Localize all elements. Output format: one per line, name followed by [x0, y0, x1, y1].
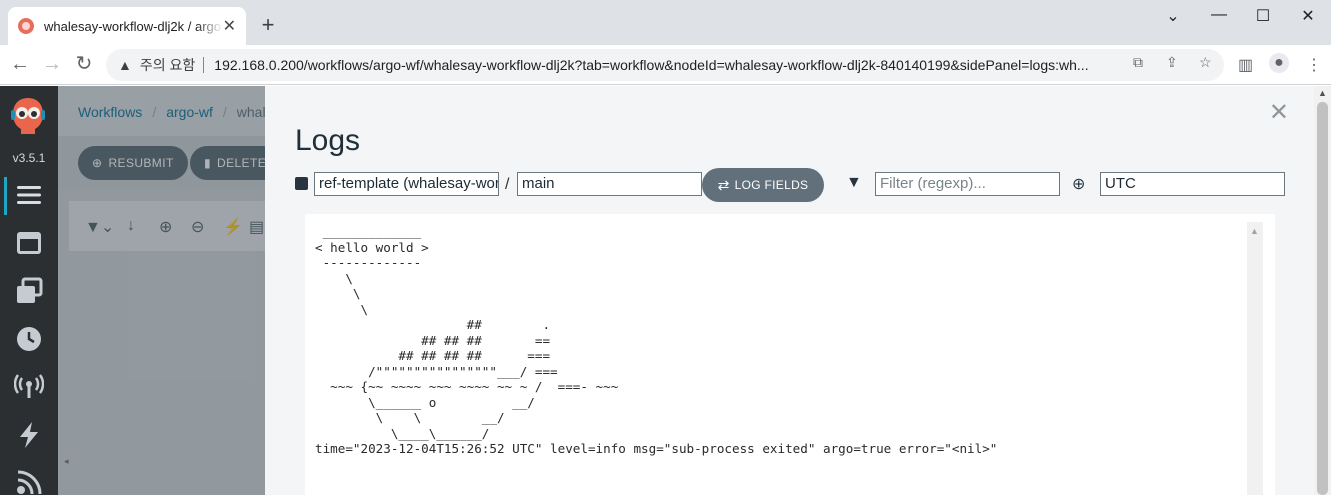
logs-controls: ref-template (whalesay-workflow-dlj2k-84…: [295, 168, 1295, 202]
maximize-button[interactable]: ☐: [1240, 6, 1286, 26]
log-output: _____________ < hello world > ----------…: [315, 224, 998, 456]
bookmark-star-icon[interactable]: ☆: [1199, 54, 1212, 71]
menu-kebab-icon[interactable]: ⋮: [1306, 55, 1322, 75]
tab-search-icon[interactable]: ⌄: [1150, 6, 1196, 26]
security-label[interactable]: 주의 요함: [140, 55, 195, 75]
globe-icon: ⊕: [1072, 176, 1086, 193]
close-panel-icon[interactable]: ✕: [1269, 98, 1289, 127]
browser-tabstrip: whalesay-workflow-dlj2k / argo-wf ✕ + ⌄ …: [0, 0, 1331, 45]
tab-close-icon[interactable]: ✕: [223, 16, 236, 36]
close-window-button[interactable]: ✕: [1285, 6, 1331, 26]
argo-logo-icon[interactable]: [9, 96, 47, 136]
logs-side-panel: ✕ Logs ref-template (whalesay-workflow-d…: [265, 86, 1331, 495]
omnibox-divider: [203, 57, 205, 73]
sensors-bolt-icon[interactable]: [14, 420, 44, 450]
swap-arrows-icon: ⇄: [717, 176, 730, 193]
page-scroll-up-icon[interactable]: ▲: [1318, 88, 1327, 98]
cron-clock-icon[interactable]: [14, 324, 44, 354]
argo-sidebar: v3.5.1: [0, 86, 58, 495]
tab-title: whalesay-workflow-dlj2k / argo-wf: [44, 18, 223, 34]
back-icon[interactable]: ←: [8, 53, 32, 77]
field-separator: /: [505, 176, 510, 193]
log-scrollbar[interactable]: ▲: [1247, 222, 1263, 495]
argo-favicon-icon: [18, 18, 34, 34]
forward-icon[interactable]: →: [40, 53, 64, 77]
share-icon[interactable]: ⇪: [1166, 54, 1178, 71]
log-fields-button[interactable]: ⇄ LOG FIELDS: [702, 168, 824, 202]
profile-avatar-icon[interactable]: ●: [1269, 53, 1289, 73]
omnibox[interactable]: ▲ 주의 요함 192.168.0.200/workflows/argo-wf/…: [106, 49, 1224, 81]
browser-tab[interactable]: whalesay-workflow-dlj2k / argo-wf ✕: [8, 7, 246, 45]
filter-funnel-icon: ▼: [846, 174, 862, 191]
workflows-icon[interactable]: [14, 180, 44, 210]
scroll-up-icon[interactable]: ▲: [1250, 226, 1259, 236]
container-name-input[interactable]: main: [517, 172, 702, 196]
active-nav-indicator: [4, 177, 7, 215]
event-sources-icon[interactable]: [14, 372, 44, 402]
translate-icon[interactable]: ⧉: [1133, 54, 1143, 71]
new-tab-button[interactable]: +: [256, 12, 280, 38]
reload-icon[interactable]: ↻: [72, 53, 96, 77]
logs-title: Logs: [295, 124, 361, 157]
timezone-input[interactable]: UTC: [1100, 172, 1285, 196]
modal-backdrop[interactable]: [58, 86, 265, 495]
filter-input[interactable]: Filter (regexp)...: [875, 172, 1060, 196]
address-bar-row: ← → ↻ ▲ 주의 요함 192.168.0.200/workflows/ar…: [0, 45, 1331, 85]
cube-icon: [295, 177, 308, 190]
minimize-button[interactable]: —: [1196, 6, 1242, 24]
page-scroll-thumb[interactable]: [1317, 102, 1328, 495]
version-label: v3.5.1: [12, 151, 46, 165]
templates-icon[interactable]: [14, 228, 44, 258]
event-flow-icon[interactable]: [14, 468, 44, 498]
log-fields-label: LOG FIELDS: [734, 178, 809, 192]
url-text[interactable]: 192.168.0.200/workflows/argo-wf/whalesay…: [214, 57, 1114, 73]
warning-icon[interactable]: ▲: [118, 57, 132, 73]
log-viewer[interactable]: _____________ < hello world > ----------…: [305, 214, 1275, 495]
side-panel-icon[interactable]: ▥: [1238, 55, 1253, 75]
container-select[interactable]: ref-template (whalesay-workflow-dlj2k-84…: [314, 172, 499, 196]
page-scrollbar[interactable]: ▲: [1314, 86, 1331, 495]
cluster-templates-icon[interactable]: [14, 276, 44, 306]
